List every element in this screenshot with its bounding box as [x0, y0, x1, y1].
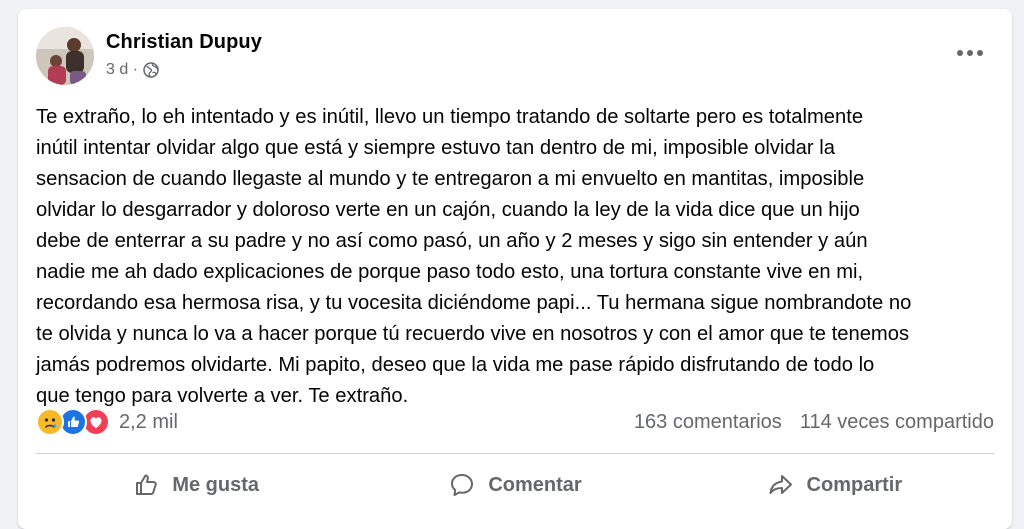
comment-icon	[451, 474, 474, 496]
comments-count[interactable]: 163 comentarios	[634, 411, 782, 434]
dot-icon	[967, 50, 973, 56]
post-text-line: Te extraño, lo eh intentado y es inútil,…	[36, 106, 864, 128]
dot-icon	[977, 50, 983, 56]
engagement-counts: 163 comentarios 114 veces compartido	[634, 411, 994, 434]
share-button[interactable]: Compartir	[675, 459, 994, 511]
thumbs-up-icon	[136, 474, 158, 495]
post-text-line: nadie me ah dado explicaciones de porque…	[36, 261, 864, 283]
shares-count[interactable]: 114 veces compartido	[800, 411, 994, 434]
like-button[interactable]: Me gusta	[36, 459, 355, 511]
share-label: Compartir	[806, 473, 903, 496]
author-name[interactable]: Christian Dupuy	[106, 31, 262, 54]
more-options-button[interactable]	[950, 39, 990, 67]
sad-reaction-icon	[36, 408, 64, 436]
reaction-count[interactable]: 2,2 mil	[119, 411, 178, 434]
avatar[interactable]	[36, 27, 94, 85]
post-card: Christian Dupuy 3 d · Te extraño, lo eh …	[18, 9, 1012, 529]
post-text: Te extraño, lo eh intentado y es inútil,…	[36, 102, 986, 412]
comment-button[interactable]: Comentar	[355, 459, 674, 511]
globe-icon	[143, 62, 159, 78]
post-time[interactable]: 3 d ·	[106, 61, 138, 79]
post-meta: 3 d ·	[106, 61, 159, 79]
post-text-line: debe de enterrar a su padre y no así com…	[36, 230, 868, 252]
post-actions: Me gusta Comentar Compartir	[36, 459, 994, 511]
share-icon	[769, 475, 792, 494]
divider	[36, 453, 994, 454]
post-text-line: te olvida y nunca lo va a hacer porque t…	[36, 323, 910, 345]
post-text-line: recordando esa hermosa risa, y tu vocesi…	[36, 292, 912, 314]
post-text-line: olvidar lo desgarrador y doloroso verte …	[36, 199, 860, 221]
comment-label: Comentar	[488, 473, 582, 496]
post-text-line: jamás podremos olvidarte. Mi papito, des…	[36, 354, 875, 376]
like-label: Me gusta	[172, 473, 259, 496]
post-text-line: inútil intentar olvidar algo que está y …	[36, 137, 835, 159]
reactions-summary[interactable]: 2,2 mil	[36, 408, 178, 436]
post-stats: 2,2 mil 163 comentarios 114 veces compar…	[36, 406, 994, 438]
avatar-photo	[36, 27, 94, 85]
dot-icon	[957, 50, 963, 56]
post-text-line: sensacion de cuando llegaste al mundo y …	[36, 168, 865, 190]
